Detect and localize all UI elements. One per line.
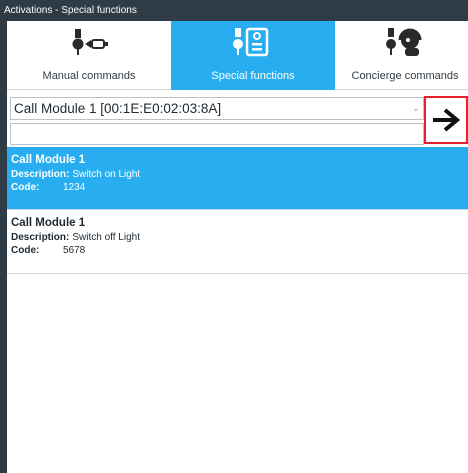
code-label: Code:: [11, 245, 40, 256]
description-value: Switch off Light: [72, 232, 140, 243]
tab-bar: Manual commands Special functions Concie…: [7, 21, 468, 90]
list-item[interactable]: Call Module 1 Description: Switch on Lig…: [7, 147, 468, 210]
code-label: Code:: [11, 182, 40, 193]
call-module-select[interactable]: Call Module 1 [00:1E:E0:02:03:8A] ⌄: [10, 97, 424, 120]
tab-label: Special functions: [211, 70, 295, 82]
main-panel: Manual commands Special functions Concie…: [0, 21, 468, 473]
code-value: 1234: [63, 182, 86, 193]
function-list: Call Module 1 Description: Switch on Lig…: [7, 147, 468, 274]
window-title: Activations - Special functions: [0, 0, 468, 21]
chevron-down-icon: ⌄: [411, 103, 420, 114]
item-title: Call Module 1: [11, 154, 86, 166]
arrow-right-icon: [433, 108, 461, 132]
key-concierge-icon: [385, 27, 425, 57]
call-module-select-value: Call Module 1 [00:1E:E0:02:03:8A]: [14, 101, 222, 116]
module-selector-row: Call Module 1 [00:1E:E0:02:03:8A] ⌄: [7, 94, 468, 154]
list-item[interactable]: Call Module 1 Description: Switch off Li…: [7, 210, 468, 274]
tab-label: Concierge commands: [351, 70, 459, 82]
key-lock-icon: [66, 27, 112, 57]
description-value: Switch on Light: [72, 169, 141, 180]
key-card-icon: [233, 27, 273, 57]
go-button[interactable]: [424, 96, 468, 144]
item-title: Call Module 1: [11, 217, 86, 229]
tab-manual-commands[interactable]: Manual commands: [7, 21, 171, 90]
tab-special-functions[interactable]: Special functions: [171, 21, 335, 90]
tab-label: Manual commands: [42, 70, 136, 82]
code-value: 5678: [63, 245, 86, 256]
description-label: Description:: [11, 232, 70, 243]
description-label: Description:: [11, 169, 70, 180]
tab-concierge-commands[interactable]: Concierge commands: [335, 21, 468, 90]
search-input[interactable]: [10, 123, 424, 145]
